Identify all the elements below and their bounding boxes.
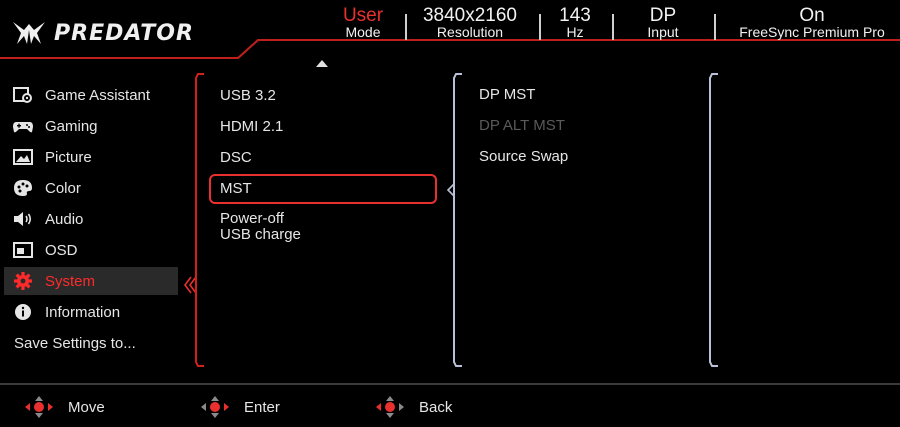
scroll-up-icon[interactable] [316,60,328,67]
freesync-value: On [799,5,825,26]
move-hint: Move [24,395,105,419]
submenu-bracket [709,73,718,367]
sidebar-item-picture[interactable]: Picture [4,143,178,171]
sidebar-item-label: OSD [45,241,78,259]
menu-item-usb32[interactable]: USB 3.2 [220,88,276,104]
input-status: DP Input [635,5,691,40]
game-assistant-icon [12,86,34,104]
resolution-value: 3840x2160 [422,5,518,26]
submenu-bracket [195,73,204,367]
freesync-status: On FreeSync Premium Pro [728,5,896,40]
header-separator [612,14,614,40]
back-label: Back [419,398,453,416]
sidebar-item-system[interactable]: System [4,267,178,295]
sidebar-item-information[interactable]: Information [4,298,178,326]
menu-item-mst[interactable]: MST [220,181,252,197]
refresh-label: Hz [566,24,584,40]
sidebar-item-label: Picture [45,148,92,166]
move-label: Move [68,398,105,416]
sidebar-item-label: System [45,272,96,290]
sidebar-item-label: Information [45,303,121,321]
back-hint: Back [375,395,452,419]
mode-label: Mode [345,24,381,40]
header-separator [714,14,716,40]
enter-label: Enter [244,398,280,416]
menu-item-dp-alt-mst: DP ALT MST [479,117,565,134]
footer-divider [0,383,900,385]
sidebar-item-label: Game Assistant [45,86,151,104]
submenu-bracket [453,73,462,367]
sidebar-item-audio[interactable]: Audio [4,205,178,233]
sidebar-item-osd[interactable]: OSD [4,236,178,264]
refresh-status: 143 Hz [550,5,600,40]
mode-status: User Mode [338,5,388,40]
input-value: DP [649,5,677,26]
header-separator [405,14,407,40]
predator-mark-icon [13,22,45,44]
dpad-enter-icon [201,396,229,418]
gear-icon [12,272,34,290]
menu-item-dsc[interactable]: DSC [220,150,252,166]
speaker-icon [12,210,34,228]
header-bar: PREDATOR User Mode 3840x2160 Resolution … [0,0,900,60]
menu-item-hdmi21[interactable]: HDMI 2.1 [220,119,283,135]
dpad-move-icon [25,396,53,418]
sidebar-item-label: Color [45,179,81,197]
menu-item-dp-mst[interactable]: DP MST [479,86,535,103]
freesync-label: FreeSync Premium Pro [739,24,885,40]
sidebar-item-gaming[interactable]: Gaming [4,112,178,140]
predator-logo: PREDATOR [12,20,194,46]
info-icon [12,303,34,321]
sidebar-item-label: Gaming [45,117,98,135]
save-settings-item[interactable]: Save Settings to... [14,335,136,352]
mode-value: User [342,5,384,26]
logo-text: PREDATOR [54,20,194,46]
menu-item-label-line2: USB charge [220,226,301,243]
dpad-back-icon [376,396,404,418]
resolution-label: Resolution [436,24,504,40]
menu-item-power-off-usb-charge[interactable]: Power-off USB charge [220,211,301,243]
sidebar-item-color[interactable]: Color [4,174,178,202]
input-label: Input [647,24,679,40]
picture-icon [12,148,34,166]
header-separator [539,14,541,40]
menu-item-label-line1: Power-off [220,210,284,227]
osd-icon [12,241,34,259]
resolution-status: 3840x2160 Resolution [415,5,525,40]
sidebar-item-game-assistant[interactable]: Game Assistant [4,81,178,109]
refresh-value: 143 [559,5,591,26]
menu-item-source-swap[interactable]: Source Swap [479,148,568,165]
sidebar-item-label: Audio [45,210,84,228]
gamepad-icon [12,117,34,135]
palette-icon [12,179,34,197]
enter-hint: Enter [200,395,280,419]
